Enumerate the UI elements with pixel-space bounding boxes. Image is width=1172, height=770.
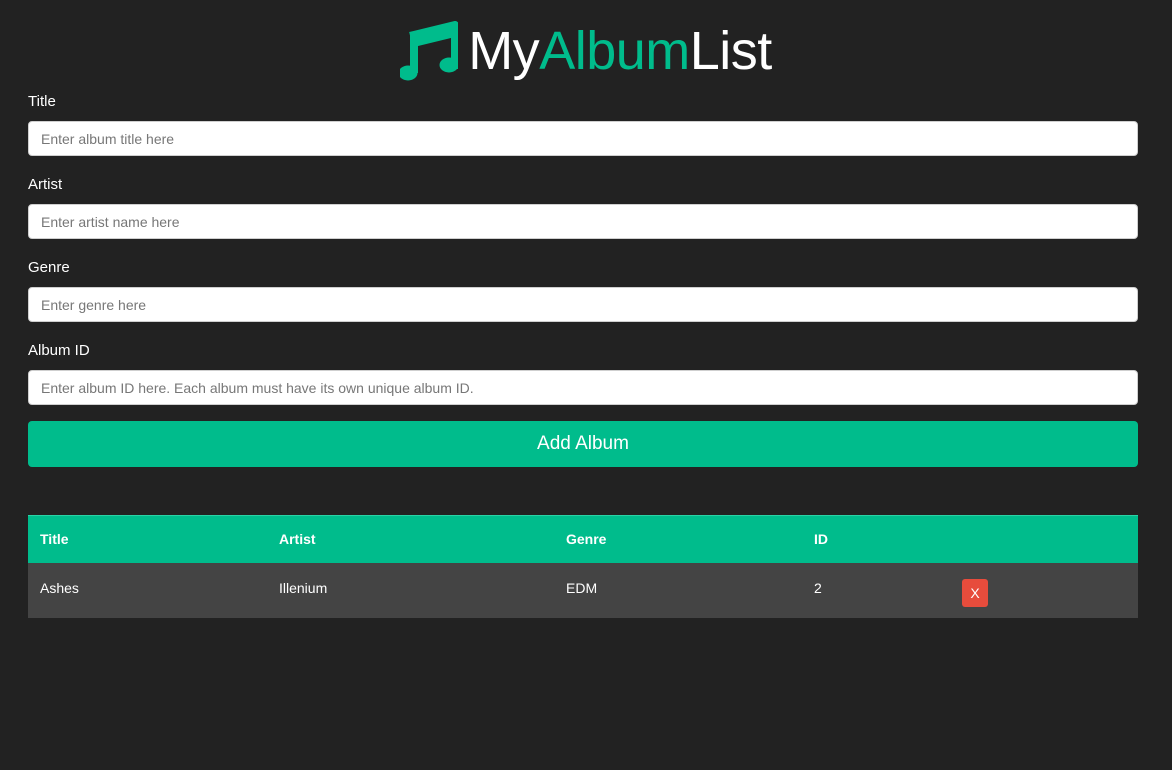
album-id-field-group: Album ID (28, 341, 1138, 405)
brand-part-album: Album (539, 21, 690, 81)
cell-genre-text: EDM (566, 580, 598, 596)
add-album-button[interactable]: Add Album (28, 421, 1138, 467)
cell-title-text: Ashes (40, 580, 79, 596)
title-field-group: Title (28, 92, 1138, 156)
brand-part-my: My (468, 21, 540, 81)
cell-id: 2 (802, 562, 950, 618)
header-artist: Artist (267, 515, 554, 563)
title-label: Title (28, 93, 56, 110)
album-table: Title Artist Genre ID Ashes Illenium EDM… (28, 515, 1138, 618)
table-header-row: Title Artist Genre ID (28, 515, 1138, 563)
cell-genre: EDM (554, 562, 802, 618)
artist-field-group: Artist (28, 175, 1138, 239)
cell-id-text: 2 (814, 580, 822, 596)
delete-album-button[interactable]: X (962, 579, 988, 607)
cell-artist: Illenium (267, 562, 554, 618)
brand-part-list: List (689, 21, 773, 81)
album-id-input[interactable] (28, 370, 1138, 405)
app-page: MyAlbumList Title Artist Genre Album ID … (0, 0, 1172, 770)
cell-title: Ashes (28, 562, 267, 618)
title-input[interactable] (28, 121, 1138, 156)
header-title: Title (28, 515, 267, 563)
genre-field-group: Genre (28, 258, 1138, 322)
genre-input[interactable] (28, 287, 1138, 322)
cell-action: X (950, 562, 1138, 618)
music-note-icon (400, 21, 459, 81)
cell-artist-text: Illenium (279, 580, 328, 596)
brand-name: MyAlbumList (468, 21, 772, 81)
header-action (950, 515, 1138, 563)
artist-input[interactable] (28, 204, 1138, 239)
genre-label: Genre (28, 259, 70, 276)
add-album-form: Title Artist Genre Album ID (28, 92, 1138, 424)
header-genre: Genre (554, 515, 802, 563)
header-id: ID (802, 515, 950, 563)
brand-logo: MyAlbumList (0, 18, 1172, 84)
artist-label: Artist (28, 176, 63, 193)
table-row: Ashes Illenium EDM 2 X (28, 562, 1138, 618)
album-id-label: Album ID (28, 342, 90, 359)
